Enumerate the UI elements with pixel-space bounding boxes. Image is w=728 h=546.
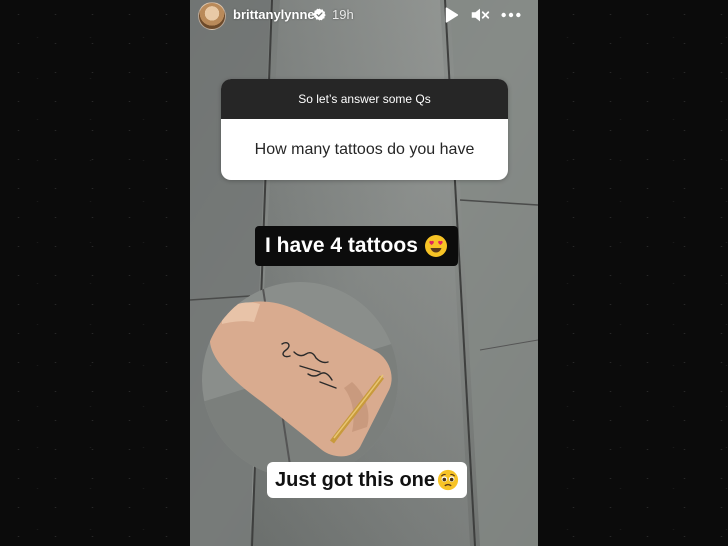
question-sticker-question: How many tattoos do you have [254, 140, 475, 158]
username[interactable]: brittanylynne [233, 7, 315, 22]
more-options-icon [501, 12, 521, 18]
avatar[interactable] [198, 2, 226, 30]
heart-eyes-emoji-icon [424, 235, 447, 257]
post-timestamp: 19h [332, 7, 354, 22]
answer-caption-text: I have 4 tattoos [265, 234, 418, 257]
story-header: brittanylynne 19h [190, 0, 538, 30]
pleading-face-emoji-icon [437, 469, 459, 491]
question-sticker[interactable]: So let’s answer some Qs How many tattoos… [221, 79, 508, 180]
photo-caption-text: Just got this one [275, 468, 435, 491]
photo-caption: Just got this one [267, 462, 467, 498]
play-button[interactable] [440, 4, 462, 26]
mute-icon [471, 8, 490, 22]
verified-badge-icon [313, 8, 326, 21]
wrist-tattoo-photo [202, 282, 398, 478]
mute-button[interactable] [469, 4, 491, 26]
play-icon [445, 7, 459, 23]
question-sticker-prompt: So let’s answer some Qs [221, 79, 508, 119]
story-viewer[interactable]: brittanylynne 19h So let’s answer some Q… [190, 0, 538, 546]
answer-caption: I have 4 tattoos [255, 226, 458, 266]
more-options-button[interactable] [500, 4, 522, 26]
